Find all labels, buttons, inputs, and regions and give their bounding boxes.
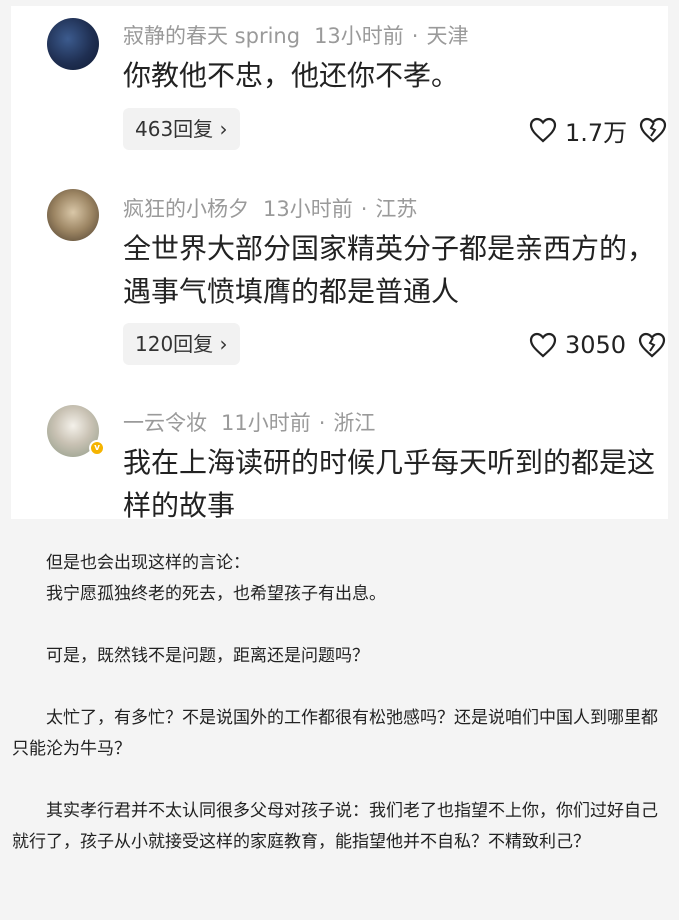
comment-meta: 疯狂的小杨夕 13小时前 · 江苏 <box>123 197 418 221</box>
article-paragraph: 太忙了，有多忙？不是说国外的工作都很有松弛感吗？还是说咱们中国人到哪里都只能沦为… <box>12 708 658 759</box>
timestamp: 11小时前 <box>221 411 311 435</box>
article-paragraph: 其实孝行君并不太认同很多父母对孩子说：我们老了也指望不上你，你们过好自己就行了，… <box>12 801 658 852</box>
like-area: 1.7万 <box>529 112 667 148</box>
heart-icon[interactable] <box>529 332 557 358</box>
avatar[interactable] <box>47 189 99 241</box>
verified-badge-icon: v <box>89 440 105 456</box>
article-paragraph: 可是，既然钱不是问题，距离还是问题吗？ <box>46 646 369 666</box>
broken-heart-icon[interactable] <box>638 332 666 358</box>
comment-meta: 寂静的春天 spring 13小时前 · 天津 <box>123 24 469 48</box>
comment-meta: 一云令妆 11小时前 · 浙江 <box>123 411 376 435</box>
comment-text: 你教他不忠，他还你不孝。 <box>123 59 460 92</box>
article-body: 但是也会出现这样的言论： 我宁愿孤独终老的死去，也希望孩子有出息。 可是，既然钱… <box>0 548 679 858</box>
comment-card: 寂静的春天 spring 13小时前 · 天津 你教他不忠，他还你不孝。 463回复 … <box>11 6 668 519</box>
location: 江苏 <box>375 197 418 221</box>
username[interactable]: 寂静的春天 spring <box>123 24 300 48</box>
reply-button[interactable]: 463回复 › <box>123 108 240 150</box>
comment-text: 全世界大部分国家精英分子都是亲西方的，遇事气愤填膺的都是普通人 <box>123 232 656 308</box>
like-count: 3050 <box>565 331 627 359</box>
heart-icon[interactable] <box>529 117 557 143</box>
article-paragraph: 但是也会出现这样的言论： <box>46 553 250 573</box>
location: 浙江 <box>333 411 376 435</box>
like-area: 3050 <box>529 327 666 363</box>
article-paragraph: 我宁愿孤独终老的死去，也希望孩子有出息。 <box>46 584 386 604</box>
reply-button[interactable]: 120回复 › <box>123 323 240 365</box>
timestamp: 13小时前 <box>314 24 404 48</box>
like-count: 1.7万 <box>565 118 628 147</box>
timestamp: 13小时前 <box>263 197 353 221</box>
location: 天津 <box>426 24 469 48</box>
username[interactable]: 疯狂的小杨夕 <box>123 197 249 221</box>
comment-text: 我在上海读研的时候几乎每天听到的都是这样的故事 <box>123 446 656 519</box>
avatar[interactable] <box>47 18 99 70</box>
username[interactable]: 一云令妆 <box>123 411 207 435</box>
broken-heart-icon[interactable] <box>639 117 667 143</box>
